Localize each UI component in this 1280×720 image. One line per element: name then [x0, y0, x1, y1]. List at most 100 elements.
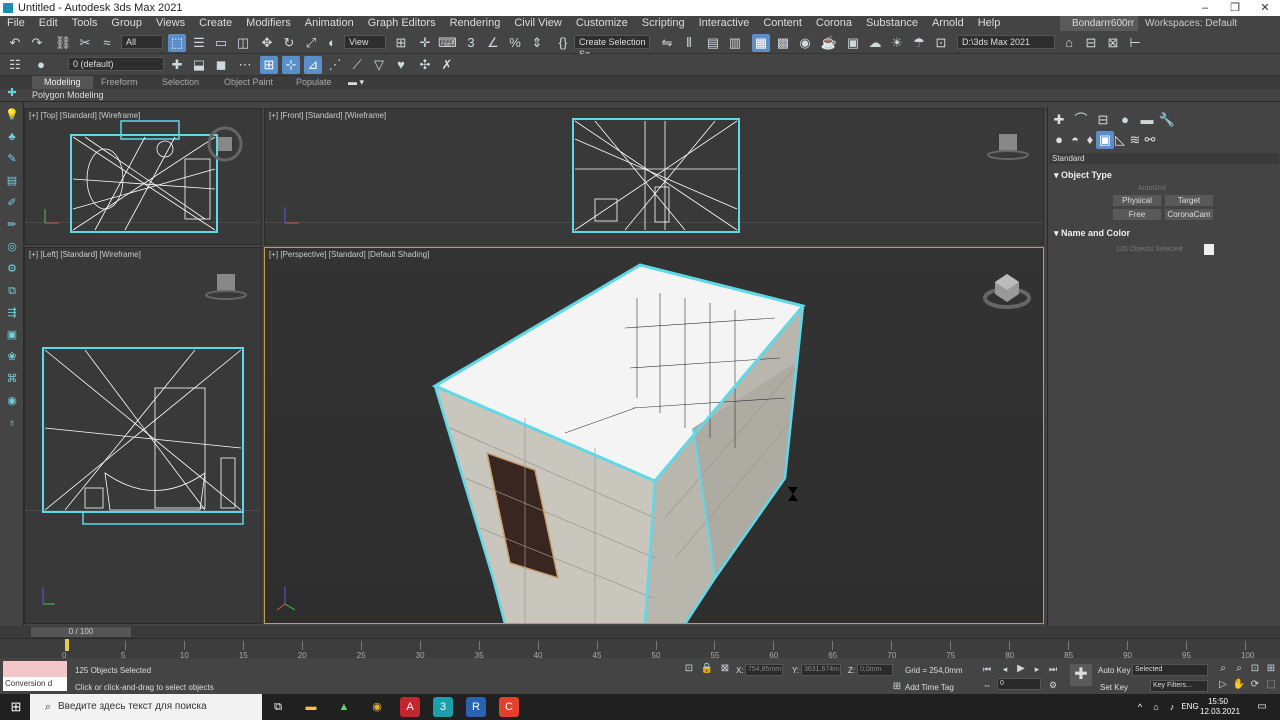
key-mode-icon[interactable]: ⇔ [978, 676, 996, 694]
camera-icon[interactable]: ⌘ [4, 372, 20, 386]
user-account-dropdown[interactable]: Bondarrr600rr ▾ [1060, 16, 1138, 44]
select-object-icon[interactable]: ⬚ [168, 34, 186, 52]
selection-filter-dropdown[interactable]: All [121, 35, 163, 49]
pen-icon[interactable]: ✐ [4, 196, 20, 210]
z-coordinate-field[interactable]: 0,0mm [857, 664, 893, 676]
tab-populate[interactable]: Populate [296, 76, 332, 89]
ribbon-options-icon[interactable]: ▬ ▾ [348, 76, 364, 89]
menu-edit[interactable]: Edit [32, 16, 65, 31]
link-icon[interactable]: ⛓ [54, 34, 72, 52]
create-tab-icon[interactable]: ✚ [1050, 111, 1068, 129]
menu-customize[interactable]: Customize [569, 16, 635, 31]
snap-midpoint-icon[interactable]: ⋰ [326, 56, 344, 74]
maximize-icon[interactable]: ❐ [1220, 0, 1250, 16]
menu-interactive[interactable]: Interactive [692, 16, 757, 31]
flow-icon[interactable]: ⇶ [4, 306, 20, 320]
layer-visibility-icon[interactable]: ● [32, 56, 50, 74]
snap-edge-icon[interactable]: ⟋ [348, 56, 366, 74]
snap-pivot-icon[interactable]: ♥ [392, 56, 410, 74]
menu-help[interactable]: Help [971, 16, 1008, 31]
menu-views[interactable]: Views [149, 16, 192, 31]
selection-lock-icon[interactable]: 🔒 [698, 660, 716, 678]
file-explorer-icon[interactable]: ▬ [301, 697, 321, 717]
sphere-icon[interactable]: ◎ [4, 240, 20, 254]
tab-selection[interactable]: Selection [162, 76, 199, 89]
redo-icon[interactable]: ↷ [28, 34, 46, 52]
chrome-icon[interactable]: ◉ [367, 697, 387, 717]
unlink-icon[interactable]: ✂ [76, 34, 94, 52]
rendered-frame-window-icon[interactable]: ▣ [844, 34, 862, 52]
taskbar-clock[interactable]: 15:50 12.03.2021 [1200, 697, 1240, 717]
language-indicator[interactable]: ENG [1178, 697, 1202, 717]
color-swatch[interactable] [1204, 244, 1214, 255]
a360-icon[interactable]: ⊡ [932, 34, 950, 52]
motion-tab-icon[interactable]: ● [1116, 111, 1134, 129]
category-dropdown[interactable]: Standard [1050, 153, 1279, 164]
render-setup-icon[interactable]: ☕ [820, 34, 838, 52]
bulb-icon[interactable]: ♁ [4, 416, 20, 430]
object-type-header[interactable]: ▾ Object Type [1054, 170, 1112, 181]
notifications-icon[interactable]: ▭ [1252, 697, 1272, 717]
menu-group[interactable]: Group [104, 16, 149, 31]
autocad-icon[interactable]: A [400, 697, 420, 717]
menu-arnold[interactable]: Arnold [925, 16, 971, 31]
menu-scripting[interactable]: Scripting [635, 16, 692, 31]
set-keys-icon[interactable]: ✚ [1070, 664, 1092, 686]
reference-coordinate-dropdown[interactable]: View [344, 35, 386, 49]
move-icon[interactable]: ✥ [258, 34, 276, 52]
key-filters-button[interactable]: Key Filters... [1150, 680, 1208, 692]
select-by-name-icon[interactable]: ☰ [190, 34, 208, 52]
material-editor-icon[interactable]: ◉ [796, 34, 814, 52]
physical-camera-button[interactable]: Physical [1113, 195, 1161, 206]
taskbar-search-input[interactable]: Введите здесь текст для поиска [30, 694, 262, 720]
track-bar[interactable]: 0 5 10 15 20 25 30 35 40 45 50 55 60 65 70 75 80 85 90 95 10… [0, 638, 1280, 660]
schematic-view-icon[interactable]: ▩ [774, 34, 792, 52]
viewport-left[interactable]: [+] [Left] [Standard] [Wireframe] [24, 247, 262, 624]
edit-named-selection-icon[interactable]: {} [554, 34, 572, 52]
project-path-dropdown[interactable]: D:\3ds Max 2021 [957, 35, 1055, 49]
display-tab-icon[interactable]: ▬ [1138, 111, 1156, 129]
viewport-front[interactable]: [+] [Front] [Standard] [Wireframe] [264, 108, 1044, 245]
menu-modifiers[interactable]: Modifiers [239, 16, 298, 31]
snap-perpendicular-icon[interactable]: ✣ [416, 56, 434, 74]
maxscript-listener[interactable] [3, 661, 67, 677]
box-icon[interactable]: ▣ [4, 328, 20, 342]
window-crossing-icon[interactable]: ◫ [234, 34, 252, 52]
lightbulb-icon[interactable]: 💡 [4, 108, 20, 122]
app-icon-green[interactable]: ▲ [334, 697, 354, 717]
named-selection-set-dropdown[interactable]: Create Selection Se [574, 35, 650, 59]
polygon-modeling-panel[interactable]: Polygon Modeling [0, 89, 1280, 102]
save-folder-icon[interactable]: ⊠ [1104, 34, 1122, 52]
time-config-icon[interactable]: ⚙ [1044, 676, 1062, 694]
autogrid-checkbox[interactable]: AutoGrid [1138, 185, 1166, 192]
tab-object-paint[interactable]: Object Paint [224, 76, 273, 89]
toggle-scene-explorer-icon[interactable]: ☷ [6, 56, 24, 74]
add-to-layer-icon[interactable]: ⬓ [190, 56, 208, 74]
menu-corona[interactable]: Corona [809, 16, 859, 31]
auto-key-button[interactable]: Auto Key [1098, 666, 1130, 675]
select-manipulate-icon[interactable]: ✛ [416, 34, 434, 52]
mirror-icon[interactable]: ⇋ [658, 34, 676, 52]
set-key-button[interactable]: Set Key [1100, 683, 1128, 692]
paint-icon[interactable]: ✎ [4, 152, 20, 166]
viewport-top[interactable]: [+] [Top] [Standard] [Wireframe] [24, 108, 262, 245]
render-production-icon[interactable]: ☁ [866, 34, 884, 52]
gear-icon[interactable]: ⚙ [4, 262, 20, 276]
list-icon[interactable]: ▤ [4, 174, 20, 188]
angle-snap-icon[interactable]: ∠ [484, 34, 502, 52]
recent-folder-icon[interactable]: ⊢ [1126, 34, 1144, 52]
spinner-snap-icon[interactable]: ⇕ [528, 34, 546, 52]
menu-animation[interactable]: Animation [298, 16, 361, 31]
pivot-center-icon[interactable]: ⊞ [392, 34, 410, 52]
close-icon[interactable]: ✕ [1250, 0, 1280, 16]
percent-snap-icon[interactable]: % [506, 34, 524, 52]
isolate-selection-icon[interactable]: ⊡ [680, 660, 698, 678]
rotate-icon[interactable]: ↻ [280, 34, 298, 52]
scale-icon[interactable]: ⤢ [302, 34, 320, 52]
hierarchy-tab-icon[interactable]: ⊟ [1094, 111, 1112, 129]
modify-tab-icon[interactable]: ⌒ [1072, 111, 1090, 129]
menu-tools[interactable]: Tools [65, 16, 105, 31]
place-icon[interactable]: ◐ [323, 34, 341, 52]
current-frame-marker[interactable] [65, 639, 69, 651]
layer-explorer-icon[interactable]: ▤ [704, 34, 722, 52]
